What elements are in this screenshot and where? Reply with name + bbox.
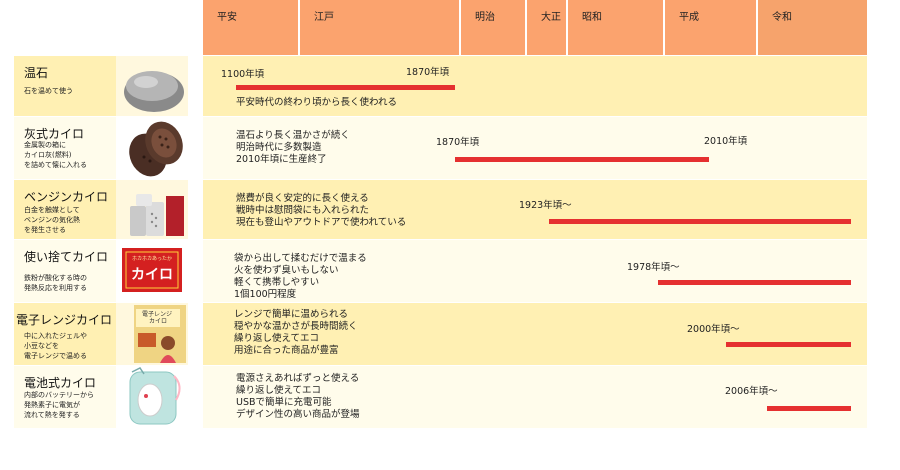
period-bar [658,280,851,285]
item-desc: 中に入れたジェルや 小豆などを 電子レンジで温める [24,332,87,360]
item-desc: 白金を触媒として ベンジンの気化熱 を発生させる [24,206,80,234]
item-desc: 鉄粉が酸化する時の 発熱反応を利用する [24,274,87,292]
item-name: 電池式カイロ [24,376,97,390]
ash-warmer-icon [116,117,188,179]
benzine-warmer-icon [116,180,188,239]
row-label: ベンジンカイロ 白金を触媒として ベンジンの気化熱 を発生させる [14,180,116,239]
disposable-warmer-icon: ホカホカあったか カイロ [116,240,188,302]
item-name: 温石 [24,66,49,80]
row-label: 電子レンジカイロ 中に入れたジェルや 小豆などを 電子レンジで温める [14,303,116,365]
row-label: 電池式カイロ 内部のバッテリーから 発熱素子に電気が 流れて熱を発する [14,366,116,428]
era-edo: 江戸 [300,0,459,55]
era-heian: 平安 [203,0,298,55]
notes: レンジで簡単に温められる 穏やかな温かさが長時間続く 繰り返し使えてエコ 用途に… [234,309,358,356]
start-date: 2006年頃〜 [725,386,778,397]
item-name: 電子レンジカイロ [16,313,113,327]
row-battery-warmer: 電池式カイロ 内部のバッテリーから 発熱素子に電気が 流れて熱を発する [14,366,867,428]
row-disposable-warmer: 使い捨てカイロ 鉄粉が酸化する時の 発熱反応を利用する ホカホカあったか カイロ [14,240,867,302]
stone-icon [116,56,188,116]
era-taisho: 大正 [527,0,566,55]
package-big-text: カイロ [131,267,173,283]
start-date: 1100年頃 [221,69,265,80]
item-desc: 内部のバッテリーから 発熱素子に電気が 流れて熱を発する [24,391,94,419]
row-benzine-warmer: ベンジンカイロ 白金を触媒として ベンジンの気化熱 を発生させる [14,180,867,239]
item-desc: 石を温めて使う [24,87,73,95]
period-bar [549,219,851,224]
start-date: 1923年頃〜 [519,200,572,211]
era-meiji: 明治 [461,0,525,55]
row-label: 灰式カイロ 金属製の箱に カイロ灰(燃料) を詰めて懐に入れる [14,117,116,179]
item-desc: 金属製の箱に カイロ灰(燃料) を詰めて懐に入れる [24,141,87,169]
battery-warmer-icon [116,366,188,428]
start-date: 2000年頃〜 [687,324,740,335]
notes: 温石より長く温かさが続く 明治時代に多数製造 2010年頃に生産終了 [236,130,350,165]
item-name: 使い捨てカイロ [24,250,109,264]
period-bar [726,342,851,347]
period-bar [767,406,851,411]
era-header: 平安 江戸 明治 大正 昭和 平成 令和 [203,0,867,55]
era-showa: 昭和 [568,0,663,55]
microwave-warmer-icon: 電子レンジ カイロ [116,303,188,365]
era-heisei: 平成 [665,0,756,55]
row-ash-warmer: 灰式カイロ 金属製の箱に カイロ灰(燃料) を詰めて懐に入れる [14,117,867,179]
start-date: 1978年頃〜 [627,262,680,273]
notes: 袋から出して揉むだけで温まる 火を使わず臭いもしない 軽くて携帯しやすい 1個1… [234,253,367,300]
notes: 電源さえあればずっと使える 繰り返し使えてエコ USBで簡単に充電可能 デザイン… [236,373,360,420]
package-label-line2: カイロ [149,318,167,325]
package-small-text: ホカホカあったか [132,255,172,262]
notes: 燃費が良く安定的に長く使える 戦時中は慰問袋にも入れられた 現在も登山やアウトド… [236,193,407,228]
period-bar [455,157,709,162]
era-reiwa: 令和 [758,0,867,55]
row-label: 温石 石を温めて使う [14,56,116,116]
end-date: 2010年頃 [704,136,748,147]
row-label: 使い捨てカイロ 鉄粉が酸化する時の 発熱反応を利用する [14,240,116,302]
start-date: 1870年頃 [436,137,480,148]
period-bar [236,85,455,90]
end-date: 1870年頃 [406,67,450,78]
package-label-line1: 電子レンジ [142,311,172,318]
item-name: ベンジンカイロ [24,190,109,204]
notes: 平安時代の終わり頃から長く使われる [236,97,398,108]
